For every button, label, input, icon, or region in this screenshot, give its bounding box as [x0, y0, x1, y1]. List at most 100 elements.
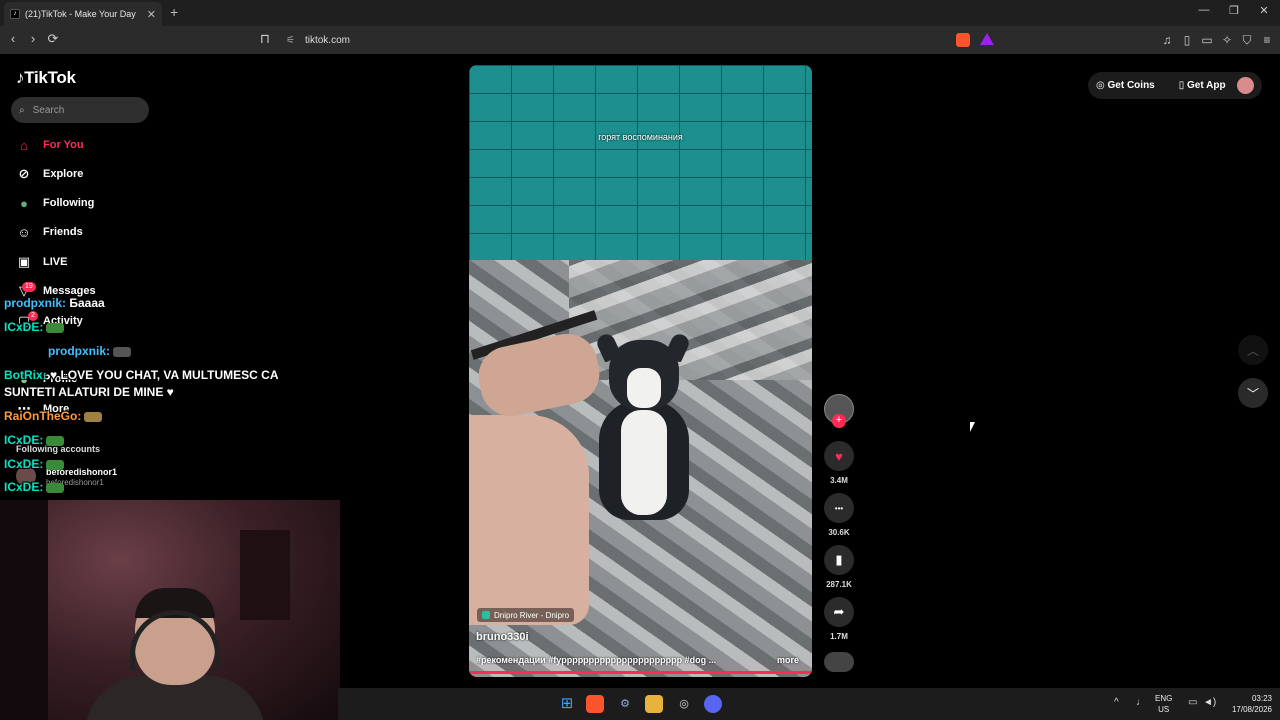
avatar-icon: ●	[20, 195, 28, 211]
sidebar-toggle-icon[interactable]: ▯	[1180, 33, 1194, 47]
new-tab-button[interactable]: +	[170, 4, 178, 20]
sidebar-item-live[interactable]: ▣ LIVE	[14, 251, 68, 273]
leo-ai-icon[interactable]: ✧	[1220, 33, 1234, 47]
chat-message: Баааа	[69, 296, 105, 310]
emote-icon	[46, 459, 65, 470]
browser-tab[interactable]: ♪ (21)TikTok - Make Your Day ✕	[4, 2, 162, 26]
network-icon[interactable]: ▭	[1188, 697, 1197, 708]
vpn-shield-icon[interactable]: ⛉	[1240, 33, 1254, 47]
get-app-button[interactable]: ▯ Get App	[1179, 80, 1238, 91]
system-clock[interactable]: 03:23 17/08/2026	[1222, 693, 1272, 715]
url-text: tiktok.com	[304, 34, 350, 46]
discord-taskbar-icon[interactable]	[704, 695, 722, 713]
emote-icon	[46, 322, 65, 333]
restore-button[interactable]: ❐	[1224, 4, 1244, 17]
previous-video-button[interactable]: ︿	[1238, 335, 1268, 365]
minimize-button[interactable]: —	[1194, 4, 1214, 16]
comment-count: 30.6K	[828, 528, 850, 537]
share-button[interactable]: ➦ 1.7M	[822, 597, 856, 641]
save-button[interactable]: ▮ 287.1K	[822, 545, 856, 589]
heart-icon: ♥	[824, 441, 854, 471]
chat-line: prodpxnik: Баааа	[4, 296, 105, 310]
search-placeholder: Search	[32, 104, 65, 116]
tiktok-note-icon: ♪	[16, 68, 25, 87]
browser-tab-bar	[0, 0, 1280, 26]
location-tag[interactable]: Dnipro River - Dnipro	[477, 608, 575, 622]
share-count: 1.7M	[830, 632, 848, 641]
chat-user: prodpxnik:	[4, 296, 66, 310]
brave-shields-icon[interactable]	[956, 33, 970, 47]
sidebar-item-following[interactable]: ● Following	[14, 192, 94, 214]
more-button[interactable]: more	[777, 655, 799, 665]
back-button[interactable]: ‹	[4, 31, 22, 46]
url-field[interactable]: ⚟ tiktok.com	[280, 31, 1000, 49]
sidebar-item-friends[interactable]: ☺ Friends	[14, 221, 82, 243]
messages-badge: 19	[22, 282, 36, 292]
chat-line: ICxDE:	[4, 480, 65, 494]
video-description: #рекомендации #fypppppppppppppppppppppp …	[476, 655, 717, 665]
brave-rewards-icon[interactable]	[980, 33, 994, 45]
chat-line: prodpxnik:	[4, 344, 131, 358]
steam-taskbar-icon[interactable]: ⚙	[615, 695, 635, 713]
comment-icon: •••	[824, 493, 854, 523]
sidebar-item-explore[interactable]: ⊘ Explore	[14, 163, 84, 185]
video-overlay-text: горят воспоминания	[598, 132, 683, 142]
forward-button[interactable]: ›	[24, 31, 42, 46]
wallet-icon[interactable]: ▭	[1200, 33, 1214, 47]
people-icon: ☺	[17, 224, 31, 240]
chat-line: SUNTETI ALATURI DE MINE ♥	[4, 385, 174, 399]
chat-user: ICxDE:	[4, 480, 44, 494]
chat-line: RaiOnTheGo:	[4, 409, 103, 423]
close-tab-icon[interactable]: ✕	[147, 8, 156, 21]
video-author[interactable]: bruno330i	[476, 631, 529, 643]
tiktok-logo[interactable]: ♪TikTok	[16, 68, 76, 88]
video-progress-bar[interactable]	[469, 671, 812, 674]
emote-icon	[46, 435, 65, 446]
video-player[interactable]: горят воспоминания Dnipro River - Dnipro…	[469, 65, 812, 677]
chat-user: prodpxnik:	[48, 344, 110, 358]
like-count: 3.4M	[830, 476, 848, 485]
comment-button[interactable]: ••• 30.6K	[822, 493, 856, 537]
file-explorer-icon[interactable]	[645, 695, 663, 713]
reload-button[interactable]: ⟳	[44, 31, 62, 47]
start-windows-icon[interactable]: ⊞	[557, 695, 577, 713]
menu-icon[interactable]: ≡	[1260, 33, 1274, 47]
emote-icon	[84, 411, 103, 422]
chat-line: ICxDE:	[4, 457, 65, 471]
next-video-button[interactable]: ﹀	[1238, 378, 1268, 408]
chat-user: RaiOnTheGo:	[4, 409, 82, 423]
user-avatar[interactable]	[1237, 77, 1254, 94]
tray-chevron-icon[interactable]: ^	[1114, 697, 1119, 708]
microphone-icon[interactable]: ♩	[1136, 697, 1146, 708]
chat-user: ICxDE:	[4, 320, 44, 334]
brave-taskbar-icon[interactable]	[586, 695, 604, 713]
chat-line: ICxDE:	[4, 320, 65, 334]
live-icon: ▣	[17, 254, 31, 269]
bookmark-icon: ▮	[824, 545, 854, 575]
like-button[interactable]: ♥ 3.4M	[822, 441, 856, 485]
follow-plus-icon[interactable]: +	[832, 414, 846, 428]
emote-icon	[113, 346, 131, 357]
app-taskbar-icon[interactable]: ◎	[674, 695, 694, 713]
chat-user: ICxDE:	[4, 433, 44, 447]
sidebar-item-for-you[interactable]: ⌂ For You	[14, 134, 83, 156]
music-disc-icon[interactable]	[824, 652, 854, 672]
media-icon[interactable]: ♫	[1160, 33, 1174, 47]
volume-icon[interactable]: ◄)	[1203, 697, 1216, 708]
search-input[interactable]: ⌕ Search	[11, 97, 149, 123]
webcam-overlay	[0, 500, 340, 720]
compass-icon: ⊘	[18, 166, 30, 181]
bookmark-icon[interactable]: ⊓	[256, 31, 274, 47]
chat-message: ♥ LOVE YOU CHAT, VA MULTUMESC CA	[50, 368, 279, 382]
language-indicator[interactable]: ENG US	[1155, 693, 1172, 715]
share-icon: ➦	[824, 597, 854, 627]
chat-user: ICxDE:	[4, 457, 44, 471]
close-window-button[interactable]: ✕	[1254, 4, 1274, 17]
get-coins-button[interactable]: ◎ Get Coins	[1096, 80, 1167, 91]
mouse-cursor-icon	[970, 422, 975, 432]
chat-message: SUNTETI ALATURI DE MINE ♥	[4, 385, 174, 399]
home-icon: ⌂	[20, 137, 28, 153]
header-actions: ◎ Get Coins ▯ Get App	[1088, 72, 1262, 99]
site-settings-icon[interactable]: ⚟	[286, 35, 295, 46]
location-pin-icon	[482, 611, 490, 619]
